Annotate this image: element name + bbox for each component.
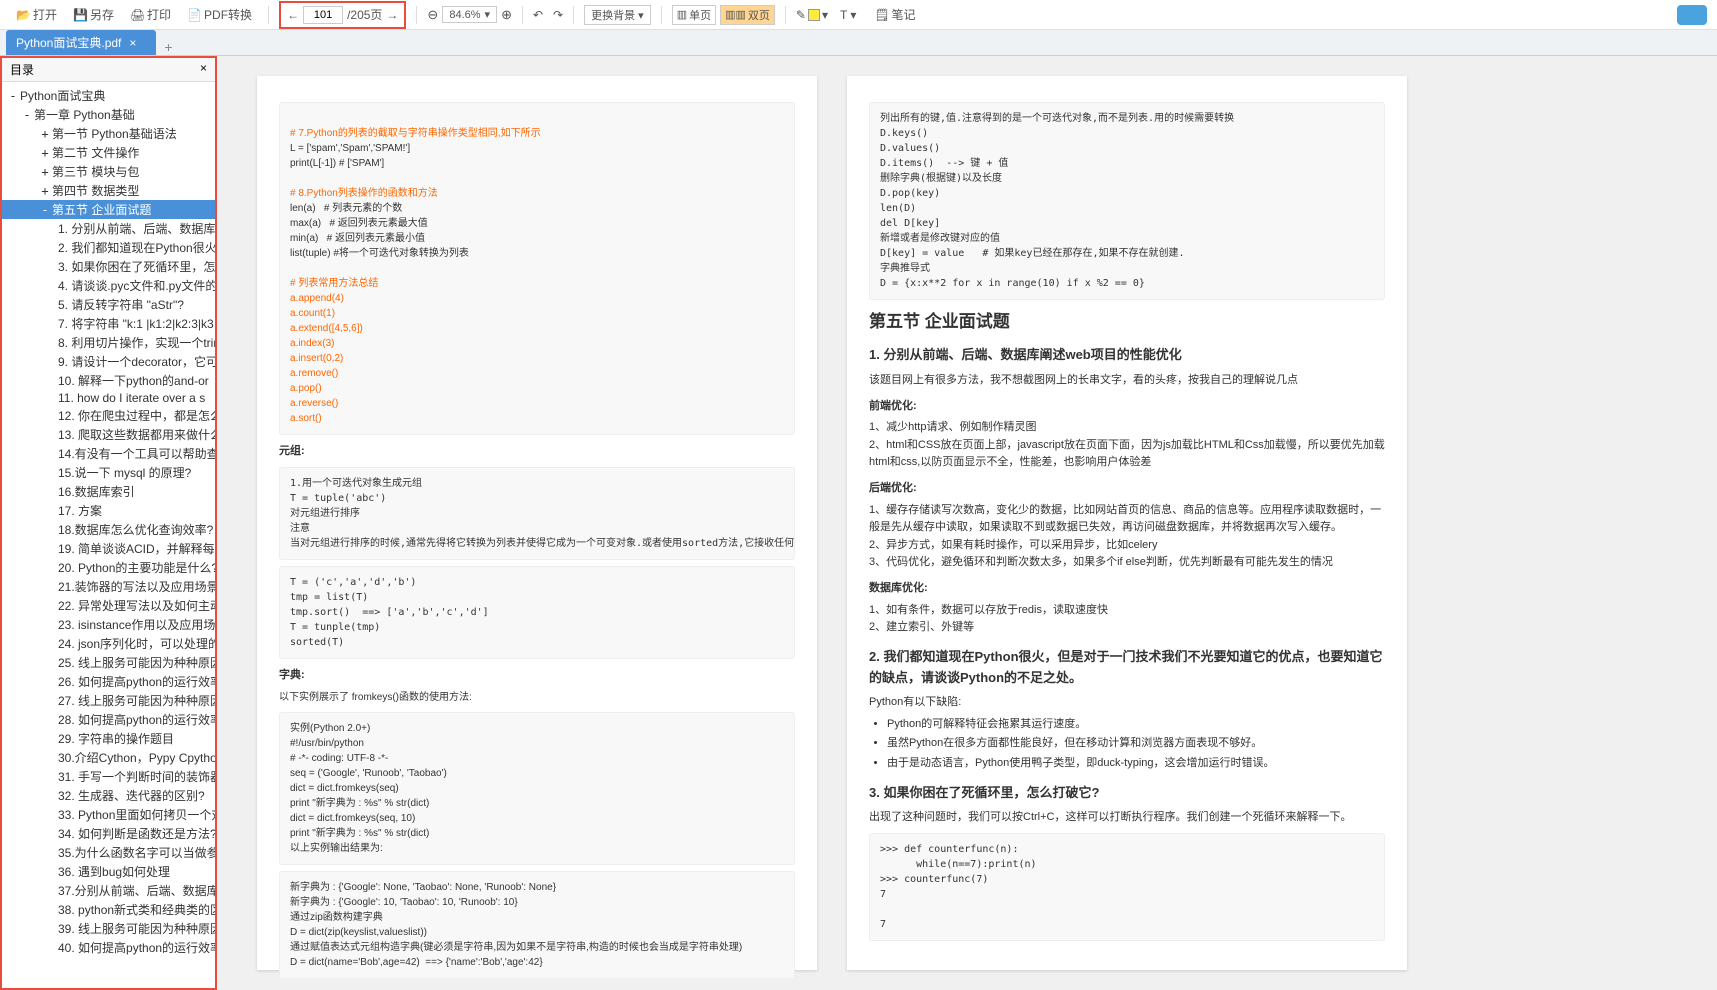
prev-page-icon[interactable]: ← bbox=[287, 8, 299, 22]
page-total: /205页 bbox=[347, 6, 382, 23]
outline-sidebar: 目录 × -Python面试宝典 -第一章 Python基础 +第一节 Pyth… bbox=[0, 56, 217, 990]
outline-item[interactable]: 26. 如何提高python的运行效率 bbox=[2, 672, 215, 691]
outline-item[interactable]: 2. 我们都知道现在Python很火 bbox=[2, 238, 215, 257]
outline-item[interactable]: 20. Python的主要功能是什么? bbox=[2, 558, 215, 577]
outline-item[interactable]: 19. 简单谈谈ACID，并解释每 bbox=[2, 539, 215, 558]
note-icon: 🗒 bbox=[874, 8, 888, 22]
tab-bar: Python面试宝典.pdf × + bbox=[0, 30, 1717, 56]
chevron-down-icon: ▾ bbox=[485, 8, 491, 21]
outline-item[interactable]: 9. 请设计一个decorator，它可 bbox=[2, 352, 215, 371]
outline-item[interactable]: 7. 将字符串 "k:1 |k1:2|k2:3|k3 bbox=[2, 314, 215, 333]
outline-item[interactable]: 33. Python里面如何拷贝一个对 bbox=[2, 805, 215, 824]
outline-item[interactable]: 12. 你在爬虫过程中，都是怎么 bbox=[2, 406, 215, 425]
double-page-button[interactable]: ▥▥双页 bbox=[720, 5, 775, 25]
document-area[interactable]: # 7.Python的列表的截取与字符串操作类型相同,如下所示 L = ['sp… bbox=[217, 56, 1717, 990]
outline-item[interactable]: 15.说一下 mysql 的原理? bbox=[2, 463, 215, 482]
tab-file[interactable]: Python面试宝典.pdf × bbox=[6, 30, 156, 55]
highlight-tool[interactable]: ✎▾ bbox=[796, 8, 828, 22]
rotate-right-icon[interactable]: ↷ bbox=[553, 8, 563, 22]
main-toolbar: 📂打开 💾另存 🖨打印 📄PDF转换 ← /205页 → ⊖ 84.6%▾ ⊕ … bbox=[0, 0, 1717, 30]
outline-item[interactable]: 14.有没有一个工具可以帮助查 bbox=[2, 444, 215, 463]
outline-item[interactable]: 32. 生成器、迭代器的区别? bbox=[2, 786, 215, 805]
question-heading: 1. 分别从前端、后端、数据库阐述web项目的性能优化 bbox=[869, 345, 1385, 366]
outline-item[interactable]: 28. 如何提高python的运行效率 bbox=[2, 710, 215, 729]
sidebar-header: 目录 × bbox=[2, 58, 215, 82]
zoom-in-icon[interactable]: ⊕ bbox=[501, 7, 512, 23]
outline-root[interactable]: -Python面试宝典 bbox=[2, 86, 215, 105]
outline-item[interactable]: 22. 异常处理写法以及如何主动 bbox=[2, 596, 215, 615]
pdf-icon: 📄 bbox=[187, 8, 201, 22]
section-heading: 元组: bbox=[279, 443, 795, 461]
question-heading: 3. 如果你困在了死循环里，怎么打破它? bbox=[869, 783, 1385, 804]
outline-item[interactable]: 30.介绍Cython，Pypy Cpytho bbox=[2, 748, 215, 767]
next-page-icon[interactable]: → bbox=[386, 8, 398, 22]
outline-item[interactable]: 8. 利用切片操作，实现一个trin bbox=[2, 333, 215, 352]
outline-item[interactable]: 24. json序列化时，可以处理的 bbox=[2, 634, 215, 653]
section-heading: 字典: bbox=[279, 667, 795, 685]
rotate-left-icon[interactable]: ↶ bbox=[533, 8, 543, 22]
page-right: 列出所有的键,值.注意得到的是一个可迭代对象,而不是列表.用的时候需要转换 D.… bbox=[847, 76, 1407, 970]
outline-item[interactable]: 27. 线上服务可能因为种种原因 bbox=[2, 691, 215, 710]
outline-item[interactable]: 34. 如何判断是函数还是方法? bbox=[2, 824, 215, 843]
outline-section[interactable]: +第四节 数据类型 bbox=[2, 181, 215, 200]
pdf-convert-button[interactable]: 📄PDF转换 bbox=[181, 4, 258, 25]
outline-item[interactable]: 11. how do I iterate over a s bbox=[2, 390, 215, 406]
outline-item[interactable]: 13. 爬取这些数据都用来做什么 bbox=[2, 425, 215, 444]
outline-item[interactable]: 4. 请谈谈.pyc文件和.py文件的 bbox=[2, 276, 215, 295]
outline-item[interactable]: 10. 解释一下python的and-or bbox=[2, 371, 215, 390]
close-icon[interactable]: × bbox=[129, 36, 136, 50]
outline-section[interactable]: +第三节 模块与包 bbox=[2, 162, 215, 181]
zoom-out-icon[interactable]: ⊖ bbox=[427, 7, 438, 23]
outline-item[interactable]: 21.装饰器的写法以及应用场景 bbox=[2, 577, 215, 596]
outline-section-selected[interactable]: -第五节 企业面试题 bbox=[2, 200, 215, 219]
outline-item[interactable]: 37.分别从前端、后端、数据库 bbox=[2, 881, 215, 900]
outline-item[interactable]: 18.数据库怎么优化查询效率? bbox=[2, 520, 215, 539]
outline-tree[interactable]: -Python面试宝典 -第一章 Python基础 +第一节 Python基础语… bbox=[2, 82, 215, 988]
outline-section[interactable]: +第一节 Python基础语法 bbox=[2, 124, 215, 143]
bg-change-select[interactable]: 更换背景 ▾ bbox=[584, 5, 651, 25]
new-tab-button[interactable]: + bbox=[156, 39, 180, 55]
question-heading: 2. 我们都知道现在Python很火，但是对于一门技术我们不光要知道它的优点，也… bbox=[869, 647, 1385, 689]
outline-item[interactable]: 31. 手写一个判断时间的装饰器 bbox=[2, 767, 215, 786]
outline-item[interactable]: 25. 线上服务可能因为种种原因 bbox=[2, 653, 215, 672]
page-left: # 7.Python的列表的截取与字符串操作类型相同,如下所示 L = ['sp… bbox=[257, 76, 817, 970]
zoom-select[interactable]: 84.6%▾ bbox=[442, 6, 497, 23]
save-as-button[interactable]: 💾另存 bbox=[67, 4, 120, 25]
page-navigation: ← /205页 → bbox=[279, 1, 406, 29]
single-page-button[interactable]: ▥单页 bbox=[672, 5, 716, 25]
outline-item[interactable]: 1. 分别从前端、后端、数据库 bbox=[2, 219, 215, 238]
open-icon: 📂 bbox=[16, 8, 30, 22]
outline-item[interactable]: 29. 字符串的操作题目 bbox=[2, 729, 215, 748]
outline-item[interactable]: 3. 如果你困在了死循环里，怎 bbox=[2, 257, 215, 276]
outline-item[interactable]: 36. 遇到bug如何处理 bbox=[2, 862, 215, 881]
page-input[interactable] bbox=[303, 6, 343, 24]
print-button[interactable]: 🖨打印 bbox=[124, 4, 177, 25]
save-icon: 💾 bbox=[73, 8, 87, 22]
pen-icon: ✎ bbox=[796, 8, 806, 22]
print-icon: 🖨 bbox=[130, 8, 144, 22]
outline-section[interactable]: +第二节 文件操作 bbox=[2, 143, 215, 162]
section-title: 第五节 企业面试题 bbox=[869, 308, 1385, 335]
outline-chapter[interactable]: -第一章 Python基础 bbox=[2, 105, 215, 124]
chevron-down-icon: ▾ bbox=[638, 10, 644, 22]
outline-item[interactable]: 40. 如何提高python的运行效率 bbox=[2, 938, 215, 957]
outline-item[interactable]: 35.为什么函数名字可以当做参 bbox=[2, 843, 215, 862]
app-logo-icon[interactable] bbox=[1677, 5, 1707, 25]
outline-item[interactable]: 39. 线上服务可能因为种种原因 bbox=[2, 919, 215, 938]
outline-item[interactable]: 38. python新式类和经典类的区 bbox=[2, 900, 215, 919]
text-tool[interactable]: T ▾ bbox=[840, 8, 856, 22]
outline-item[interactable]: 17. 方案 bbox=[2, 501, 215, 520]
close-icon[interactable]: × bbox=[200, 61, 207, 78]
outline-item[interactable]: 16.数据库索引 bbox=[2, 482, 215, 501]
outline-item[interactable]: 23. isinstance作用以及应用场 bbox=[2, 615, 215, 634]
tab-label: Python面试宝典.pdf bbox=[16, 34, 121, 51]
note-button[interactable]: 🗒笔记 bbox=[868, 4, 921, 25]
outline-item[interactable]: 5. 请反转字符串 "aStr"? bbox=[2, 295, 215, 314]
open-button[interactable]: 📂打开 bbox=[10, 4, 63, 25]
